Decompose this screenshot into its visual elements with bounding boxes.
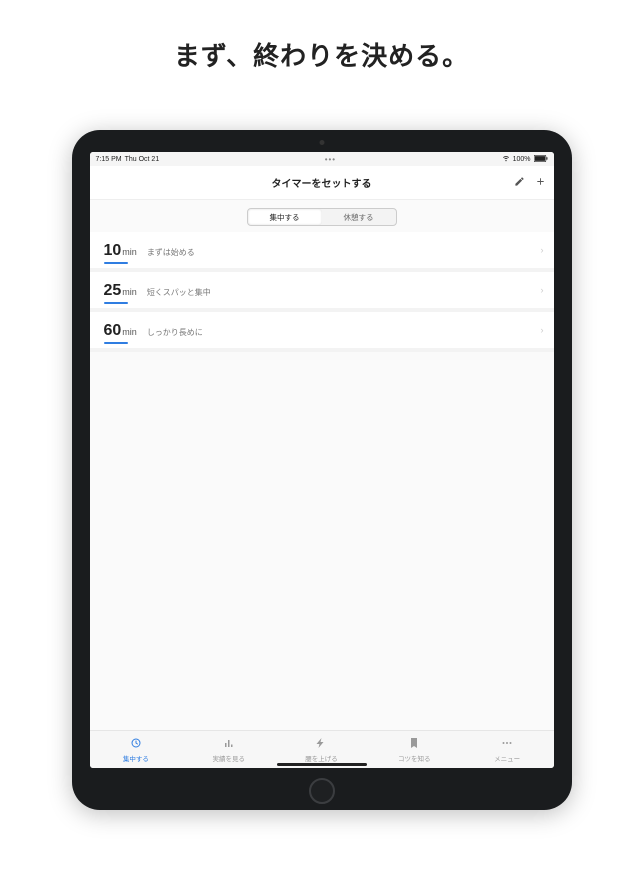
screen: 7:15 PM Thu Oct 21 ••• 100% タイマーをセットする (90, 152, 554, 768)
battery-icon (534, 155, 548, 164)
preset-value: 10 (104, 242, 122, 260)
plus-icon[interactable] (535, 174, 546, 192)
ellipsis-icon (501, 737, 513, 751)
accent-underline (104, 342, 128, 344)
tab-label: 実績を見る (212, 753, 245, 763)
tab-stats[interactable]: 実績を見る (182, 731, 275, 768)
bar-chart-icon (223, 737, 235, 751)
bookmark-icon (408, 737, 420, 751)
device-camera (319, 140, 324, 145)
pencil-icon[interactable] (514, 174, 525, 192)
preset-label: しっかり長めに (147, 327, 203, 338)
nav-title: タイマーをセットする (272, 175, 372, 190)
bolt-icon (315, 737, 327, 751)
tab-tips[interactable]: コツを知る (368, 731, 461, 768)
home-button[interactable] (309, 778, 335, 804)
tab-menu[interactable]: メニュー (461, 731, 554, 768)
tab-label: 集中する (123, 753, 149, 763)
preset-list: 10min まずは始める › 25min 短くスパッと集中 › 60min しっ… (90, 232, 554, 730)
preset-unit: min (122, 287, 137, 297)
preset-value: 60 (104, 322, 122, 340)
wifi-icon (502, 154, 510, 164)
preset-label: まずは始める (147, 247, 195, 258)
status-date: Thu Oct 21 (125, 156, 160, 163)
preset-row-60[interactable]: 60min しっかり長めに › (90, 312, 554, 352)
tablet-frame: 7:15 PM Thu Oct 21 ••• 100% タイマーをセットする (72, 130, 572, 810)
chevron-right-icon: › (541, 285, 544, 295)
preset-row-25[interactable]: 25min 短くスパッと集中 › (90, 272, 554, 312)
page-headline: まず、終わりを決める。 (0, 36, 643, 73)
preset-value: 25 (104, 282, 122, 300)
tab-label: コツを知る (398, 753, 431, 763)
preset-unit: min (122, 327, 137, 337)
chevron-right-icon: › (541, 325, 544, 335)
preset-row-10[interactable]: 10min まずは始める › (90, 232, 554, 272)
status-more: ••• (325, 155, 336, 164)
accent-underline (104, 262, 128, 264)
tab-bar: 集中する 実績を見る 腰を上げる コツを知る メニュー (90, 730, 554, 768)
nav-bar: タイマーをセットする (90, 166, 554, 200)
segment-focus[interactable]: 集中する (248, 209, 322, 225)
status-bar: 7:15 PM Thu Oct 21 ••• 100% (90, 152, 554, 166)
segmented-control: 集中する 休憩する (247, 208, 397, 226)
chevron-right-icon: › (541, 245, 544, 255)
segment-break[interactable]: 休憩する (322, 209, 396, 225)
status-time: 7:15 PM (96, 156, 122, 163)
tab-focus[interactable]: 集中する (90, 731, 183, 768)
preset-unit: min (122, 247, 137, 257)
home-indicator (277, 763, 367, 766)
tab-label: 腰を上げる (305, 753, 338, 763)
tab-label: メニュー (494, 753, 520, 763)
battery-pct: 100% (513, 156, 531, 163)
clock-icon (130, 737, 142, 751)
accent-underline (104, 302, 128, 304)
preset-label: 短くスパッと集中 (147, 287, 211, 298)
